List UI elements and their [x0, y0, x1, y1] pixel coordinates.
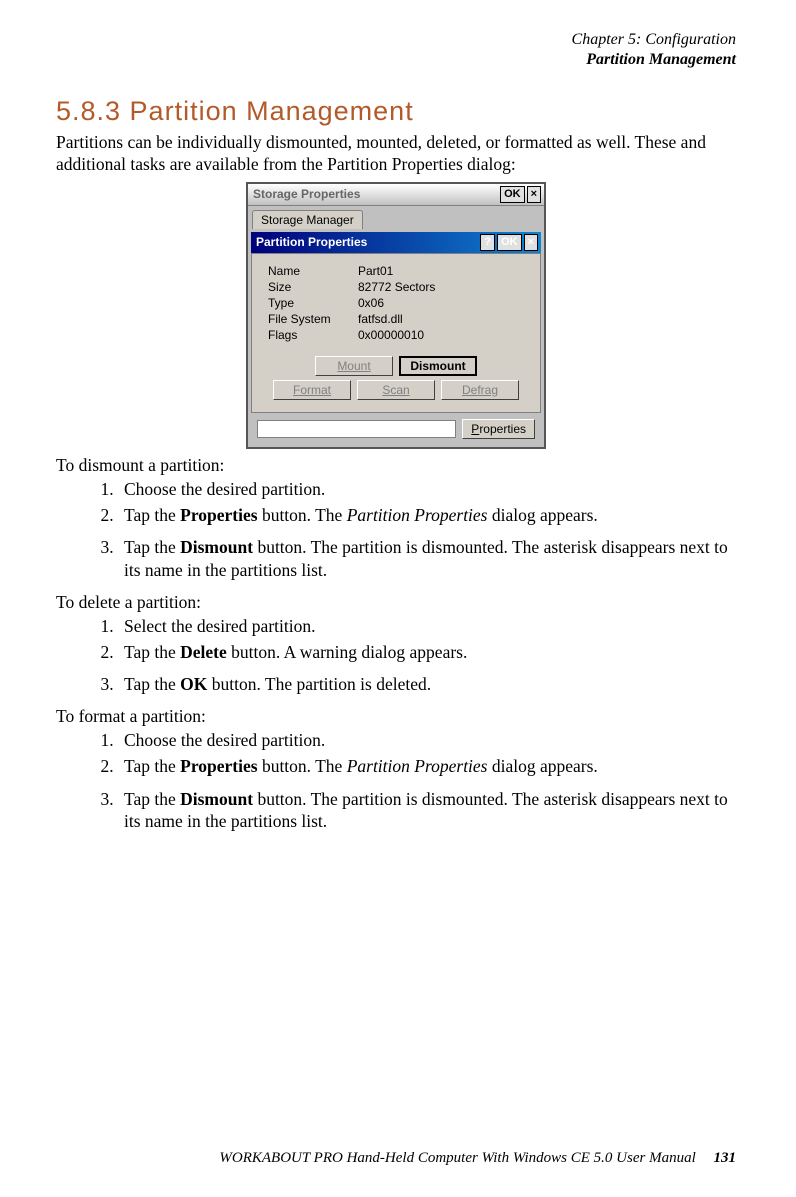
- list-item: Tap the OK button. The partition is dele…: [118, 673, 736, 696]
- format-button[interactable]: Format: [273, 380, 351, 400]
- page-footer: WORKABOUT PRO Hand-Held Computer With Wi…: [219, 1150, 736, 1167]
- partition-dropdown[interactable]: [257, 420, 456, 438]
- list-item: Tap the Properties button. The Partition…: [118, 504, 736, 527]
- dismount-steps: Choose the desired partition. Tap the Pr…: [56, 478, 736, 582]
- mount-button[interactable]: Mount: [315, 356, 393, 376]
- defrag-button[interactable]: Defrag: [441, 380, 519, 400]
- intro-paragraph: Partitions can be individually dismounte…: [56, 131, 736, 176]
- list-item: Tap the Dismount button. The partition i…: [118, 536, 736, 582]
- screenshot-figure: Storage Properties OK × Storage Manager …: [56, 182, 736, 449]
- properties-grid: Name Part01 Size 82772 Sectors Type 0x06…: [262, 264, 530, 342]
- scan-button[interactable]: Scan: [357, 380, 435, 400]
- list-item: Choose the desired partition.: [118, 729, 736, 752]
- name-label: Name: [268, 264, 358, 278]
- outer-ok-button[interactable]: OK: [500, 186, 525, 203]
- partition-properties-body: Name Part01 Size 82772 Sectors Type 0x06…: [251, 253, 541, 413]
- outer-titlebar: Storage Properties OK ×: [248, 184, 544, 206]
- help-button[interactable]: ?: [480, 234, 495, 251]
- section-label: Partition Management: [56, 50, 736, 70]
- list-item: Tap the Dismount button. The partition i…: [118, 788, 736, 834]
- chapter-label: Chapter 5: Configuration: [56, 30, 736, 50]
- list-item: Select the desired partition.: [118, 615, 736, 638]
- flags-value: 0x00000010: [358, 328, 530, 342]
- inner-title: Partition Properties: [254, 235, 478, 249]
- type-value: 0x06: [358, 296, 530, 310]
- type-label: Type: [268, 296, 358, 310]
- running-header: Chapter 5: Configuration Partition Manag…: [56, 30, 736, 70]
- delete-steps: Select the desired partition. Tap the De…: [56, 615, 736, 696]
- fs-value: fatfsd.dll: [358, 312, 530, 326]
- format-lead: To format a partition:: [56, 706, 736, 727]
- list-item: Tap the Delete button. A warning dialog …: [118, 641, 736, 664]
- outer-close-button[interactable]: ×: [527, 186, 541, 203]
- lower-strip: PPropertiesroperties: [251, 416, 541, 444]
- button-row-1: Mount Dismount: [262, 356, 530, 376]
- storage-properties-window: Storage Properties OK × Storage Manager …: [246, 182, 546, 449]
- fs-label: File System: [268, 312, 358, 326]
- dismount-button[interactable]: Dismount: [399, 356, 477, 376]
- delete-lead: To delete a partition:: [56, 592, 736, 613]
- size-value: 82772 Sectors: [358, 280, 530, 294]
- section-heading: 5.8.3 Partition Management: [56, 96, 736, 127]
- page-number: 131: [714, 1150, 737, 1166]
- tab-storage-manager[interactable]: Storage Manager: [252, 210, 363, 229]
- footer-text: WORKABOUT PRO Hand-Held Computer With Wi…: [219, 1150, 695, 1166]
- name-value: Part01: [358, 264, 530, 278]
- inner-close-button[interactable]: ×: [524, 234, 538, 251]
- partition-properties-titlebar: Partition Properties ? OK ×: [251, 232, 541, 253]
- flags-label: Flags: [268, 328, 358, 342]
- outer-title: Storage Properties: [251, 187, 498, 201]
- tab-row: Storage Manager: [248, 206, 544, 229]
- inner-ok-button[interactable]: OK: [497, 234, 522, 251]
- size-label: Size: [268, 280, 358, 294]
- button-row-2: Format Scan Defrag: [262, 380, 530, 400]
- list-item: Tap the Properties button. The Partition…: [118, 755, 736, 778]
- format-steps: Choose the desired partition. Tap the Pr…: [56, 729, 736, 833]
- properties-button[interactable]: PPropertiesroperties: [462, 419, 535, 439]
- dismount-lead: To dismount a partition:: [56, 455, 736, 476]
- list-item: Choose the desired partition.: [118, 478, 736, 501]
